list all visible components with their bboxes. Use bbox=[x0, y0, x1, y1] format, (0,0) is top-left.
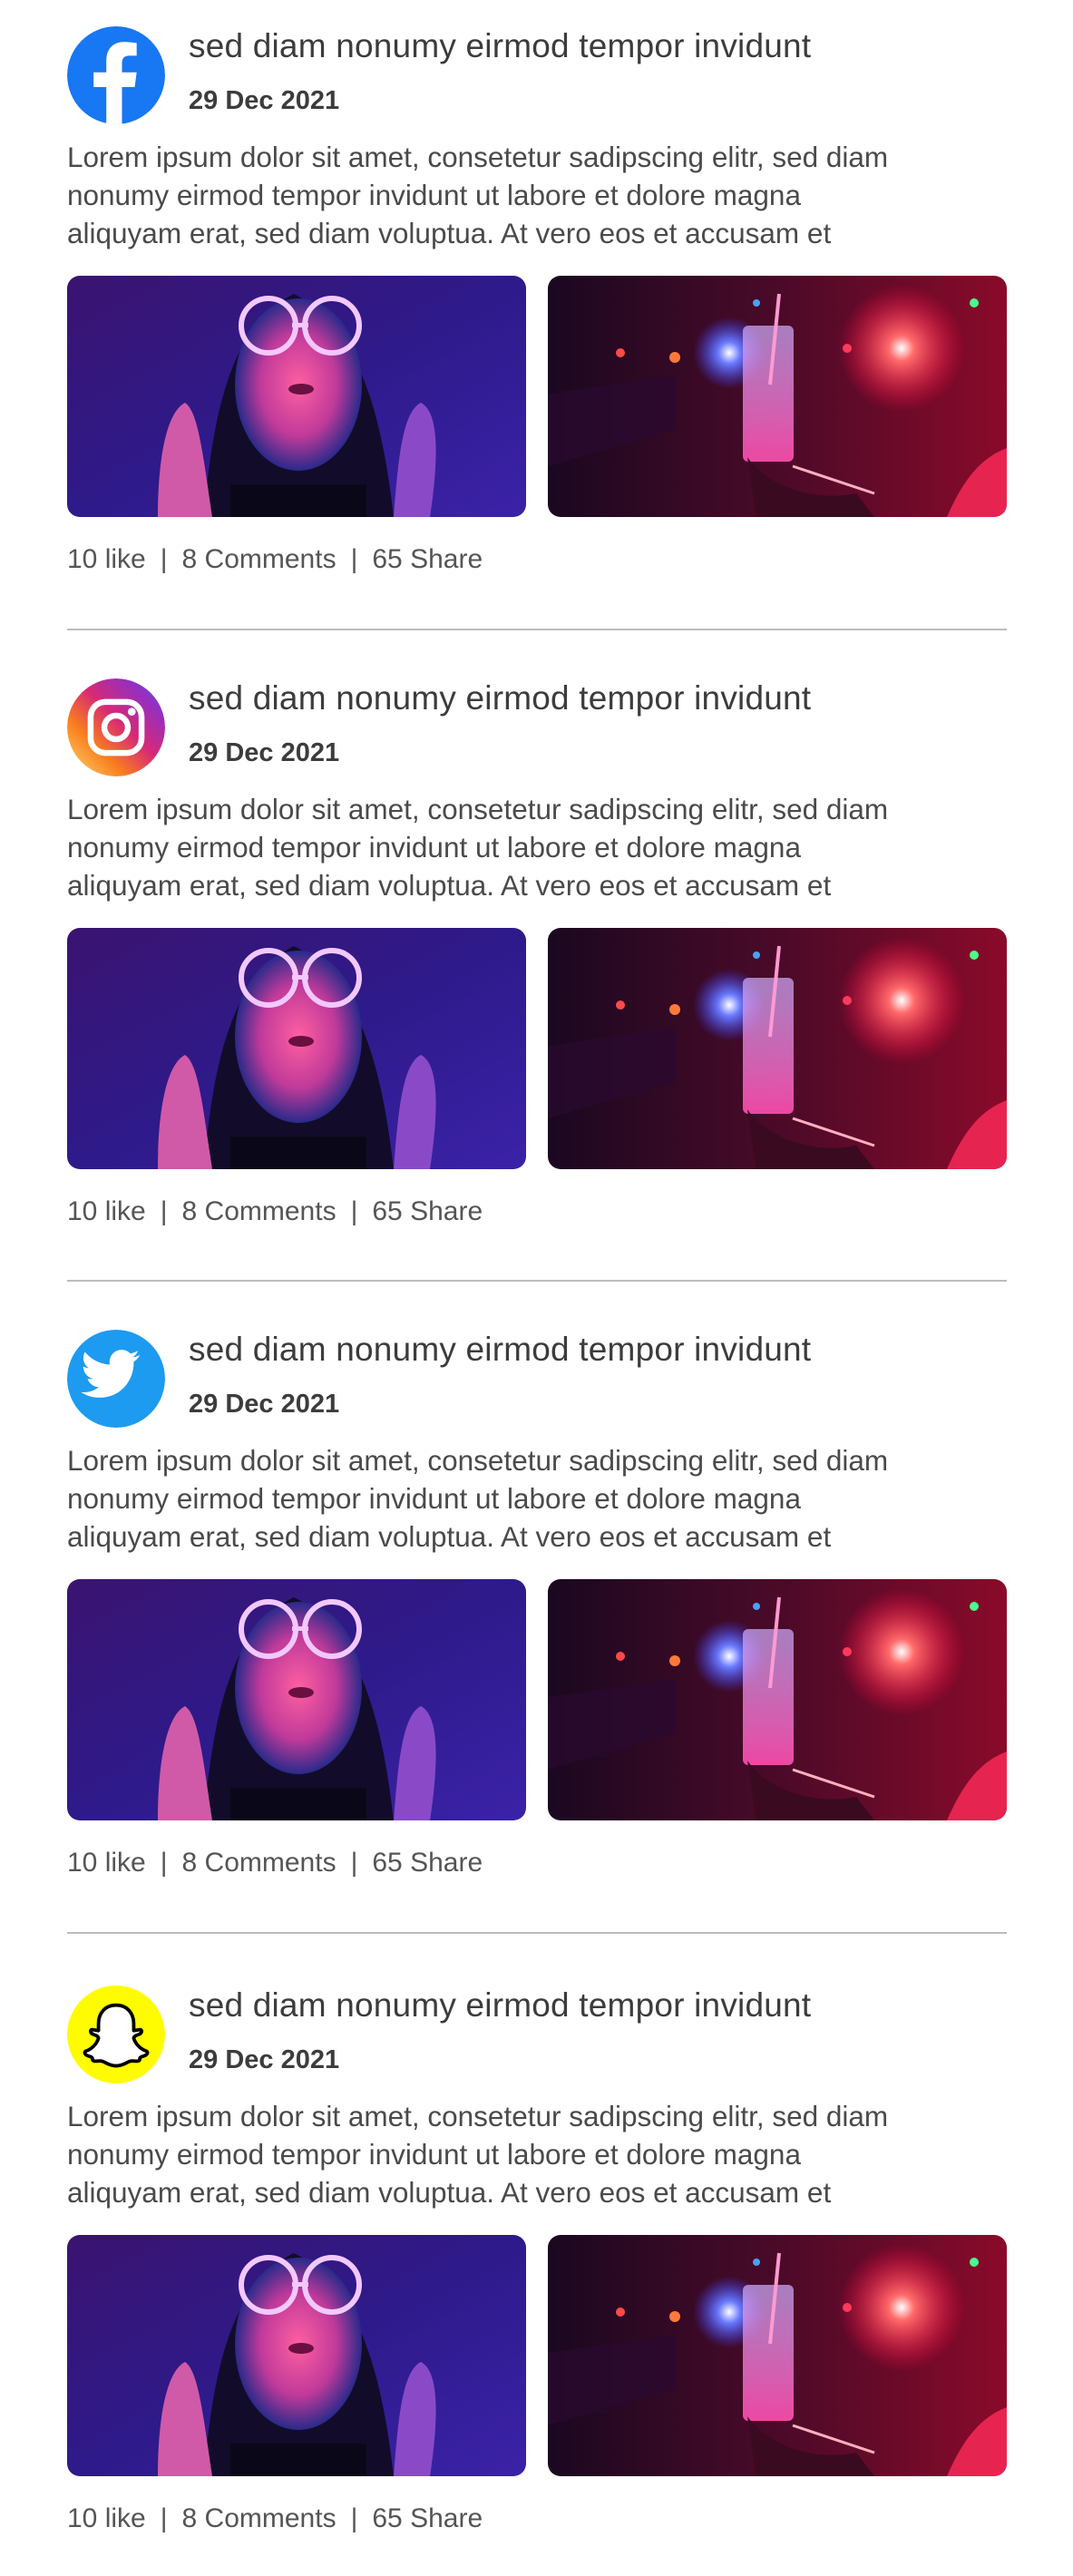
post-stats: 10 like | 8 Comments | 65 Share bbox=[67, 2503, 483, 2534]
shares-count[interactable]: 65 Share bbox=[372, 1848, 483, 1878]
instagram-icon[interactable] bbox=[67, 678, 165, 776]
snapchat-icon[interactable] bbox=[67, 1986, 165, 2083]
stats-separator: | bbox=[350, 2503, 358, 2533]
facebook-icon[interactable] bbox=[67, 26, 165, 124]
post-divider bbox=[67, 1280, 1007, 1282]
shares-count[interactable]: 65 Share bbox=[372, 1196, 483, 1227]
post-header: sed diam nonumy eirmod tempor invidunt 2… bbox=[67, 1959, 1007, 2083]
post-card: sed diam nonumy eirmod tempor invidunt 2… bbox=[67, 652, 1007, 1269]
neon-drink-glass-image[interactable] bbox=[548, 928, 1007, 1169]
comments-count[interactable]: 8 Comments bbox=[182, 2503, 337, 2534]
woman-neon-glasses-image[interactable] bbox=[67, 2235, 526, 2476]
twitter-icon[interactable] bbox=[67, 1330, 165, 1428]
post-divider bbox=[67, 629, 1007, 630]
post-title[interactable]: sed diam nonumy eirmod tempor invidunt bbox=[189, 1986, 811, 2025]
post-card: sed diam nonumy eirmod tempor invidunt 2… bbox=[67, 1303, 1007, 1920]
woman-neon-glasses-image[interactable] bbox=[67, 276, 526, 517]
shares-count[interactable]: 65 Share bbox=[372, 544, 483, 575]
post-stats: 10 like | 8 Comments | 65 Share bbox=[67, 1196, 483, 1227]
post-title[interactable]: sed diam nonumy eirmod tempor invidunt bbox=[189, 1331, 811, 1369]
neon-drink-glass-image[interactable] bbox=[548, 276, 1007, 517]
post-card: sed diam nonumy eirmod tempor invidunt 2… bbox=[67, 1959, 1007, 2576]
likes-count[interactable]: 10 like bbox=[67, 2503, 146, 2534]
stats-separator: | bbox=[160, 2503, 168, 2533]
post-header: sed diam nonumy eirmod tempor invidunt 2… bbox=[67, 652, 1007, 776]
post-date: 29 Dec 2021 bbox=[189, 1390, 340, 1419]
stats-separator: | bbox=[160, 1196, 168, 1226]
woman-neon-glasses-image[interactable] bbox=[67, 1579, 526, 1820]
neon-drink-glass-image[interactable] bbox=[548, 1579, 1007, 1820]
post-title[interactable]: sed diam nonumy eirmod tempor invidunt bbox=[189, 679, 811, 717]
post-body: Lorem ipsum dolor sit amet, consetetur s… bbox=[67, 793, 889, 902]
post-title[interactable]: sed diam nonumy eirmod tempor invidunt bbox=[189, 27, 811, 65]
comments-count[interactable]: 8 Comments bbox=[182, 544, 337, 575]
stats-separator: | bbox=[160, 1848, 168, 1878]
likes-count[interactable]: 10 like bbox=[67, 1848, 146, 1878]
post-date: 29 Dec 2021 bbox=[189, 738, 340, 767]
neon-drink-glass-image[interactable] bbox=[548, 2235, 1007, 2476]
likes-count[interactable]: 10 like bbox=[67, 544, 146, 575]
post-header: sed diam nonumy eirmod tempor invidunt 2… bbox=[67, 0, 1007, 124]
stats-separator: | bbox=[350, 1196, 358, 1226]
post-stats: 10 like | 8 Comments | 65 Share bbox=[67, 544, 483, 575]
shares-count[interactable]: 65 Share bbox=[372, 2503, 483, 2534]
post-divider bbox=[67, 1932, 1007, 1934]
stats-separator: | bbox=[350, 1848, 358, 1878]
stats-separator: | bbox=[350, 544, 358, 574]
post-body: Lorem ipsum dolor sit amet, consetetur s… bbox=[67, 1444, 889, 1553]
post-date: 29 Dec 2021 bbox=[189, 2045, 340, 2074]
post-date: 29 Dec 2021 bbox=[189, 86, 340, 115]
comments-count[interactable]: 8 Comments bbox=[182, 1848, 337, 1878]
post-body: Lorem ipsum dolor sit amet, consetetur s… bbox=[67, 141, 889, 249]
comments-count[interactable]: 8 Comments bbox=[182, 1196, 337, 1227]
post-header: sed diam nonumy eirmod tempor invidunt 2… bbox=[67, 1303, 1007, 1428]
stats-separator: | bbox=[160, 544, 168, 574]
social-feed: sed diam nonumy eirmod tempor invidunt 2… bbox=[0, 0, 1073, 2555]
post-card: sed diam nonumy eirmod tempor invidunt 2… bbox=[67, 0, 1007, 617]
likes-count[interactable]: 10 like bbox=[67, 1196, 146, 1227]
woman-neon-glasses-image[interactable] bbox=[67, 928, 526, 1169]
post-body: Lorem ipsum dolor sit amet, consetetur s… bbox=[67, 2100, 889, 2209]
post-stats: 10 like | 8 Comments | 65 Share bbox=[67, 1848, 483, 1878]
